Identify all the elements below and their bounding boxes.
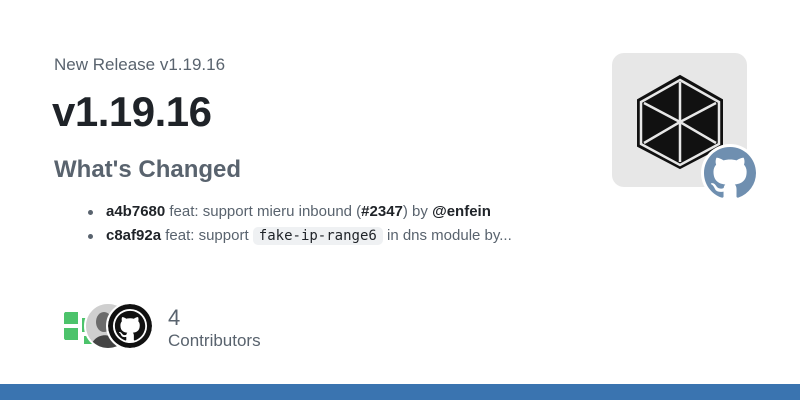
release-title: v1.19.16 xyxy=(52,88,212,135)
changes-list: a4b7680 feat: support mieru inbound (#23… xyxy=(84,200,512,248)
github-icon[interactable] xyxy=(106,302,154,350)
github-badge xyxy=(701,144,759,202)
release-eyebrow: New Release v1.19.16 xyxy=(54,55,226,74)
change-text: ) by xyxy=(402,203,433,220)
contributor-avatars xyxy=(58,300,158,350)
issue-link[interactable]: #2347 xyxy=(361,203,403,220)
user-link[interactable]: @enfein xyxy=(432,203,491,220)
section-heading: What's Changed xyxy=(54,156,242,183)
accent-bar xyxy=(0,384,800,400)
change-text: feat: support mieru inbound ( xyxy=(169,203,362,220)
change-text: feat: support xyxy=(165,227,253,244)
contributors-count: 4 xyxy=(168,305,181,330)
list-item: c8af92a feat: support fake-ip-range6 in … xyxy=(84,224,512,248)
change-text: in dns module by... xyxy=(382,227,512,244)
list-item: a4b7680 feat: support mieru inbound (#23… xyxy=(84,200,512,224)
inline-code: fake-ip-range6 xyxy=(252,227,383,245)
commit-sha-link[interactable]: a4b7680 xyxy=(106,203,165,220)
contributors-label: Contributors xyxy=(168,331,261,350)
github-icon xyxy=(704,147,756,198)
commit-sha-link[interactable]: c8af92a xyxy=(106,227,161,244)
